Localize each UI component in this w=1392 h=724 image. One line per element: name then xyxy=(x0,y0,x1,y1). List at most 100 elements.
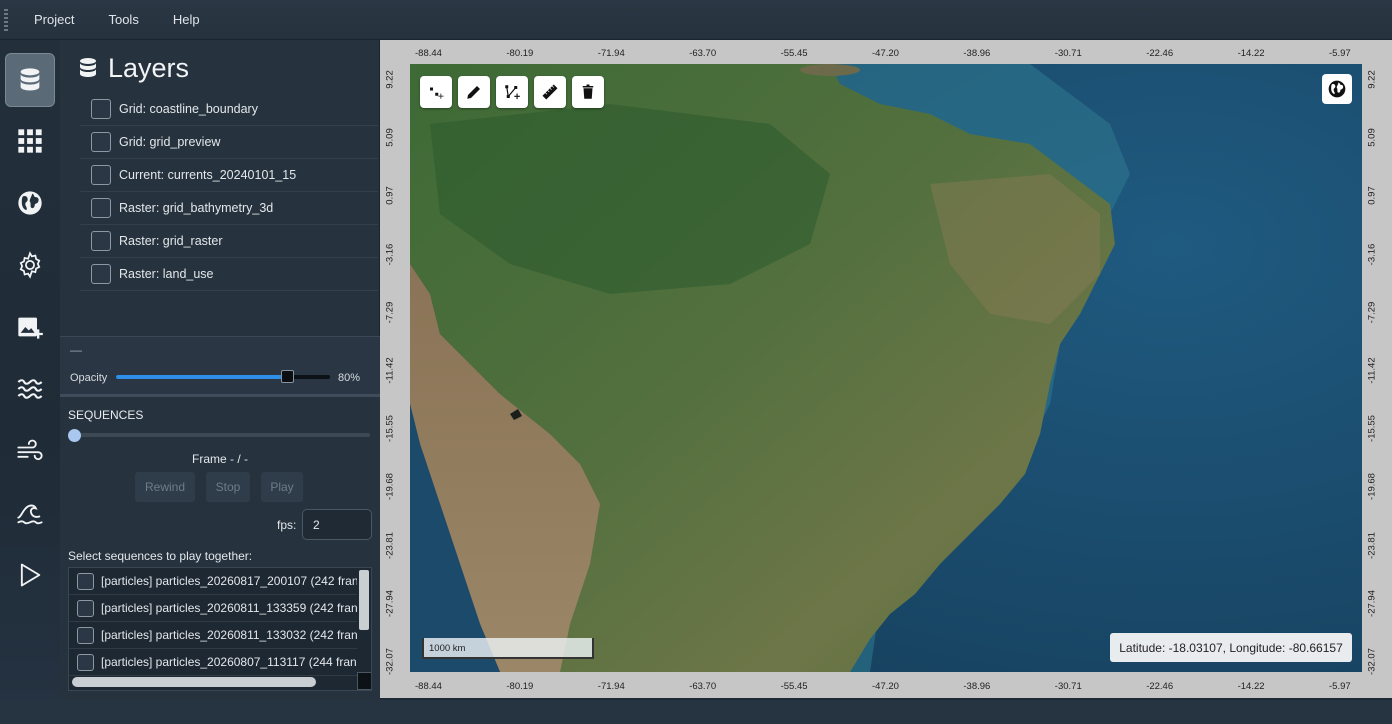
frame-slider-thumb[interactable] xyxy=(68,429,81,442)
layer-checkbox[interactable] xyxy=(91,99,111,119)
y-tick-label: 9.22 xyxy=(1366,70,1378,89)
layer-item[interactable]: Raster: grid_bathymetry_3d xyxy=(80,192,378,225)
layer-item[interactable]: Current: currents_20240101_15 xyxy=(80,159,378,192)
y-tick-label: -7.29 xyxy=(1366,301,1378,324)
x-tick-label: -38.96 xyxy=(963,48,991,59)
opacity-slider-thumb[interactable] xyxy=(281,370,295,383)
x-tick-label: -63.70 xyxy=(689,681,717,692)
stop-button[interactable]: Stop xyxy=(206,472,250,502)
list-item[interactable]: [particles] particles_20260817_200107 (2… xyxy=(69,568,357,595)
sequences-panel: SEQUENCES Frame - / - Rewind Stop Play f… xyxy=(60,394,380,700)
pencil-icon xyxy=(467,86,480,99)
map-frame: -88.44 -80.19 -71.94 -63.70 -55.45 -47.20 -38.… xyxy=(380,40,1392,698)
opacity-slider-fill xyxy=(116,375,288,379)
menu-grip-icon xyxy=(4,8,18,32)
list-item[interactable]: [particles] particles_20260811_133359 (2… xyxy=(69,595,357,622)
y-tick-label: -19.68 xyxy=(384,473,396,501)
x-tick-label: -55.45 xyxy=(780,681,808,692)
y-tick-label: -11.42 xyxy=(1366,357,1378,384)
layer-item[interactable]: Grid: coastline_boundary xyxy=(80,93,378,126)
menu-project[interactable]: Project xyxy=(18,12,90,27)
layer-item[interactable]: Grid: grid_preview xyxy=(80,126,378,159)
layers-panel-button[interactable] xyxy=(5,53,55,107)
map-canvas[interactable]: 1000 km Latitude: -18.03107, Longitude: … xyxy=(410,64,1362,672)
layer-item[interactable]: Raster: grid_raster xyxy=(80,225,378,258)
layer-label: Grid: coastline_boundary xyxy=(119,102,258,116)
polyline-button[interactable] xyxy=(496,76,528,108)
layer-checkbox[interactable] xyxy=(91,132,111,152)
layers-header: Layers xyxy=(76,50,189,86)
layer-item[interactable]: Raster: land_use xyxy=(80,258,378,291)
add-image-button[interactable] xyxy=(5,300,55,354)
horizontal-scrollbar-thumb[interactable] xyxy=(72,677,316,687)
waves-button[interactable] xyxy=(5,362,55,416)
list-item[interactable]: [particles] particles_20260807_113117 (2… xyxy=(69,649,357,676)
layer-checkbox[interactable] xyxy=(91,165,111,185)
y-tick-label: -15.55 xyxy=(384,415,396,443)
add-point-button[interactable] xyxy=(420,76,452,108)
layer-checkbox[interactable] xyxy=(91,231,111,251)
sequence-checkbox[interactable] xyxy=(77,572,94,590)
globe-button[interactable] xyxy=(5,176,55,230)
sequence-label: [particles] particles_20260811_133032 (2… xyxy=(101,628,357,642)
status-strip xyxy=(0,700,1392,724)
sequences-title: SEQUENCES xyxy=(68,408,144,422)
list-item[interactable]: [particles] particles_20260811_133032 (2… xyxy=(69,622,357,649)
x-tick-label: -22.46 xyxy=(1146,681,1174,692)
y-tick-label: 5.09 xyxy=(384,128,396,147)
x-tick-label: -71.94 xyxy=(597,681,625,692)
x-tick-label: -47.20 xyxy=(872,48,899,59)
x-tick-label: -55.45 xyxy=(780,48,808,59)
basemap-button[interactable] xyxy=(1322,74,1352,104)
sequence-label: [particles] particles_20260811_133359 (2… xyxy=(101,601,357,615)
layer-checkbox[interactable] xyxy=(91,264,111,284)
y-tick-label: 5.09 xyxy=(1366,128,1378,147)
y-tick-label: -23.81 xyxy=(1366,531,1378,559)
opacity-value: 80% xyxy=(338,372,361,384)
y-tick-label: -19.68 xyxy=(1366,473,1378,501)
vertical-scrollbar[interactable] xyxy=(357,568,371,672)
rewind-button[interactable]: Rewind xyxy=(135,472,195,502)
ruler-icon xyxy=(542,84,558,100)
vertical-scrollbar-thumb[interactable] xyxy=(359,570,369,630)
menu-help[interactable]: Help xyxy=(157,12,216,27)
x-tick-label: -38.96 xyxy=(963,681,991,692)
fps-input[interactable] xyxy=(302,509,372,540)
select-sequences-label: Select sequences to play together: xyxy=(68,549,253,563)
y-tick-label: 0.97 xyxy=(384,186,396,206)
y-tick-label: -27.94 xyxy=(1366,589,1378,617)
grid-button[interactable] xyxy=(5,114,55,168)
delete-button[interactable] xyxy=(572,76,604,108)
layer-checkbox[interactable] xyxy=(91,198,111,218)
y-tick-label: -7.29 xyxy=(384,301,396,324)
opacity-slider[interactable] xyxy=(116,370,330,383)
layers-title: Layers xyxy=(108,52,190,83)
layer-label: Raster: grid_bathymetry_3d xyxy=(119,201,274,215)
settings-button[interactable] xyxy=(5,238,55,292)
globe-icon xyxy=(1328,80,1346,98)
x-tick-label: -5.97 xyxy=(1329,48,1351,59)
layer-label: Current: currents_20240101_15 xyxy=(119,168,297,182)
wind-button[interactable] xyxy=(5,424,55,478)
x-tick-label: -80.19 xyxy=(506,681,534,692)
play-sequence-button[interactable] xyxy=(5,548,55,602)
waves-icon xyxy=(17,379,43,399)
tide-icon xyxy=(17,504,43,525)
measure-button[interactable] xyxy=(534,76,566,108)
sequence-label: [particles] particles_20260807_113117 (2… xyxy=(101,655,357,669)
draw-button[interactable] xyxy=(458,76,490,108)
y-tick-label: -27.94 xyxy=(384,589,396,617)
y-tick-label: 0.97 xyxy=(1366,186,1378,206)
sequence-checkbox[interactable] xyxy=(77,653,94,671)
horizontal-scrollbar[interactable] xyxy=(69,674,357,688)
x-tick-label: -22.46 xyxy=(1146,48,1174,59)
tide-button[interactable] xyxy=(5,486,55,540)
frame-slider[interactable] xyxy=(70,433,370,437)
y-tick-label: 9.22 xyxy=(384,70,396,89)
sequence-checkbox[interactable] xyxy=(77,599,94,617)
opacity-collapse-dash[interactable]: — xyxy=(70,343,82,357)
database-icon xyxy=(20,68,40,91)
play-button[interactable]: Play xyxy=(261,472,303,502)
sequence-checkbox[interactable] xyxy=(77,626,94,644)
menu-tools[interactable]: Tools xyxy=(92,12,154,27)
